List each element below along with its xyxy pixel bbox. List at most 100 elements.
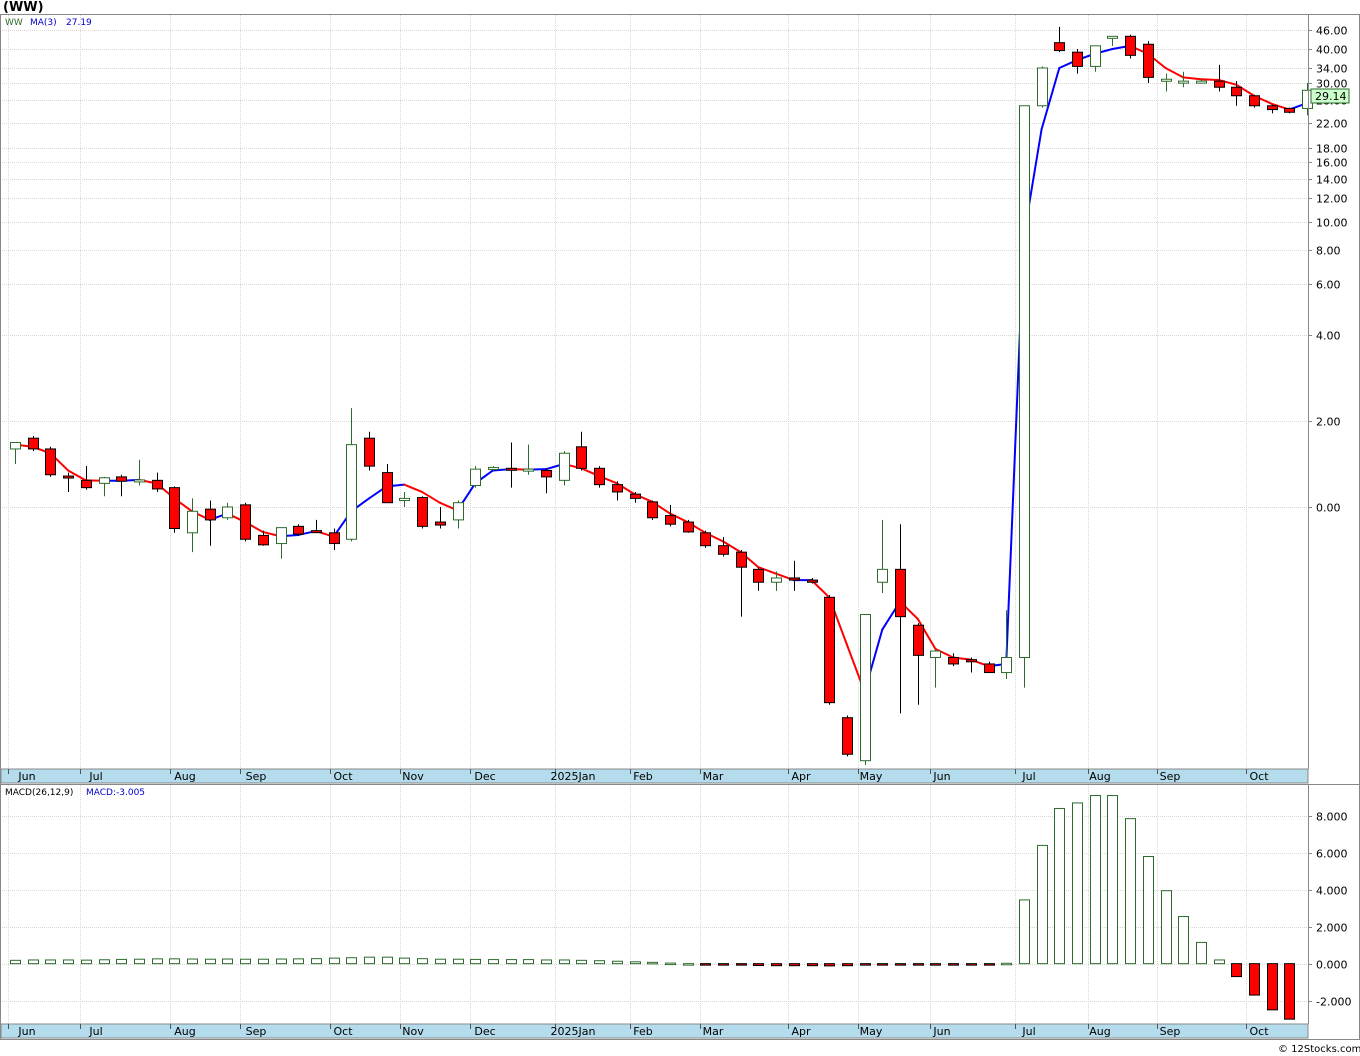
candle-body [1284,107,1295,113]
candle-body [1231,86,1242,97]
macd-bar [435,958,446,965]
macd-bar [877,963,888,966]
macd-bar [152,958,163,965]
footer-credit: © 12Stocks.com [1278,1044,1360,1055]
candle-body [1143,43,1154,78]
macd-bar [948,963,959,966]
legend-ma-label: MA(3) [30,18,57,28]
macd-bar [753,963,764,967]
month-label: May [860,1025,883,1038]
macd-bar [1196,941,1207,965]
price-tick-label: 4.00 [1316,330,1341,343]
candle-body [824,596,835,704]
month-label: Aug [1089,770,1110,783]
price-date-axis-bar [0,768,1309,784]
macd-bar [1001,962,1012,966]
month-label: 2025Jan [551,770,596,783]
candle-body [541,469,552,478]
candle-body [683,521,694,533]
candle-body [470,468,481,487]
price-plot-area [2,15,1308,769]
candle-body [169,487,180,529]
month-label: Jul [88,1025,102,1038]
candle-body [736,551,747,568]
candle-body [28,437,39,450]
macd-bar [222,958,233,965]
candle-body [187,510,198,534]
candle-body [364,437,375,467]
candle-body [523,468,534,472]
macd-bar [99,959,110,965]
candle-body [1107,35,1118,39]
month-label: Jul [88,770,102,783]
candle-body [630,493,641,499]
candle-body [116,476,127,482]
candle-body [948,657,959,665]
candle-body [895,568,906,618]
price-tick-label: 2.00 [1316,416,1341,429]
macd-bar [541,959,552,965]
price-tick-label: 12.00 [1316,193,1348,206]
month-label: Aug [174,770,195,783]
month-label: Aug [174,1025,195,1038]
month-label: Nov [402,1025,424,1038]
macd-bar [630,961,641,965]
macd-bar [1267,963,1278,1011]
macd-histogram [10,795,1295,1020]
macd-tick-label: 2.000 [1316,922,1348,935]
candle-body [293,525,304,535]
candle-body [1178,80,1189,84]
macd-bar [1125,818,1136,965]
price-tick-label: 6.00 [1316,279,1341,292]
month-label: Jun [17,770,35,783]
macd-bar [1072,802,1083,965]
month-label: Oct [333,1025,353,1038]
candle-body [417,497,428,527]
macd-bar [453,958,464,965]
month-label: Mar [703,770,724,783]
macd-bar [240,958,251,965]
price-tick-label: 46.00 [1316,25,1348,38]
month-label: Sep [1160,770,1181,783]
month-label: Feb [633,1025,652,1038]
candle-body [1019,105,1030,658]
macd-bar [63,959,74,965]
candle-body [1161,78,1172,82]
macd-bar [258,958,269,965]
candle-body [276,527,287,545]
macd-bar [718,963,729,966]
candle-body [453,502,464,521]
macd-bar [984,963,995,966]
candle-body [329,532,340,545]
month-label: Feb [633,770,652,783]
macd-bar [1019,899,1030,965]
price-tick-label: 34.00 [1316,63,1348,76]
macd-bar [594,960,605,965]
macd-bar [169,958,180,965]
macd-bar [665,962,676,966]
price-tick-label: 14.00 [1316,174,1348,187]
macd-bar [417,958,428,965]
legend-ma-value: 27.19 [66,18,92,28]
candle-body [842,717,853,755]
symbol-title: (WW) [3,0,44,15]
macd-bar [399,957,410,965]
month-label: Dec [474,1025,495,1038]
candle-body [1037,67,1048,107]
candle-body [807,579,818,583]
macd-name-label: MACD(26,12,9) [5,788,73,798]
candle-body [966,659,977,663]
price-tick-label: 8.00 [1316,245,1341,258]
macd-bar [187,958,198,965]
macd-bar [1090,795,1101,965]
month-label: Jun [932,1025,950,1038]
macd-bar [842,963,853,967]
macd-bar [612,960,623,965]
ma3-segment [1199,78,1220,81]
macd-tick-label: 0.000 [1316,959,1348,972]
candle-body [45,448,56,476]
month-label: Mar [703,1025,724,1038]
macd-value-label: MACD:-3.005 [86,788,145,798]
candle-body [984,663,995,674]
candle-body [559,452,570,481]
